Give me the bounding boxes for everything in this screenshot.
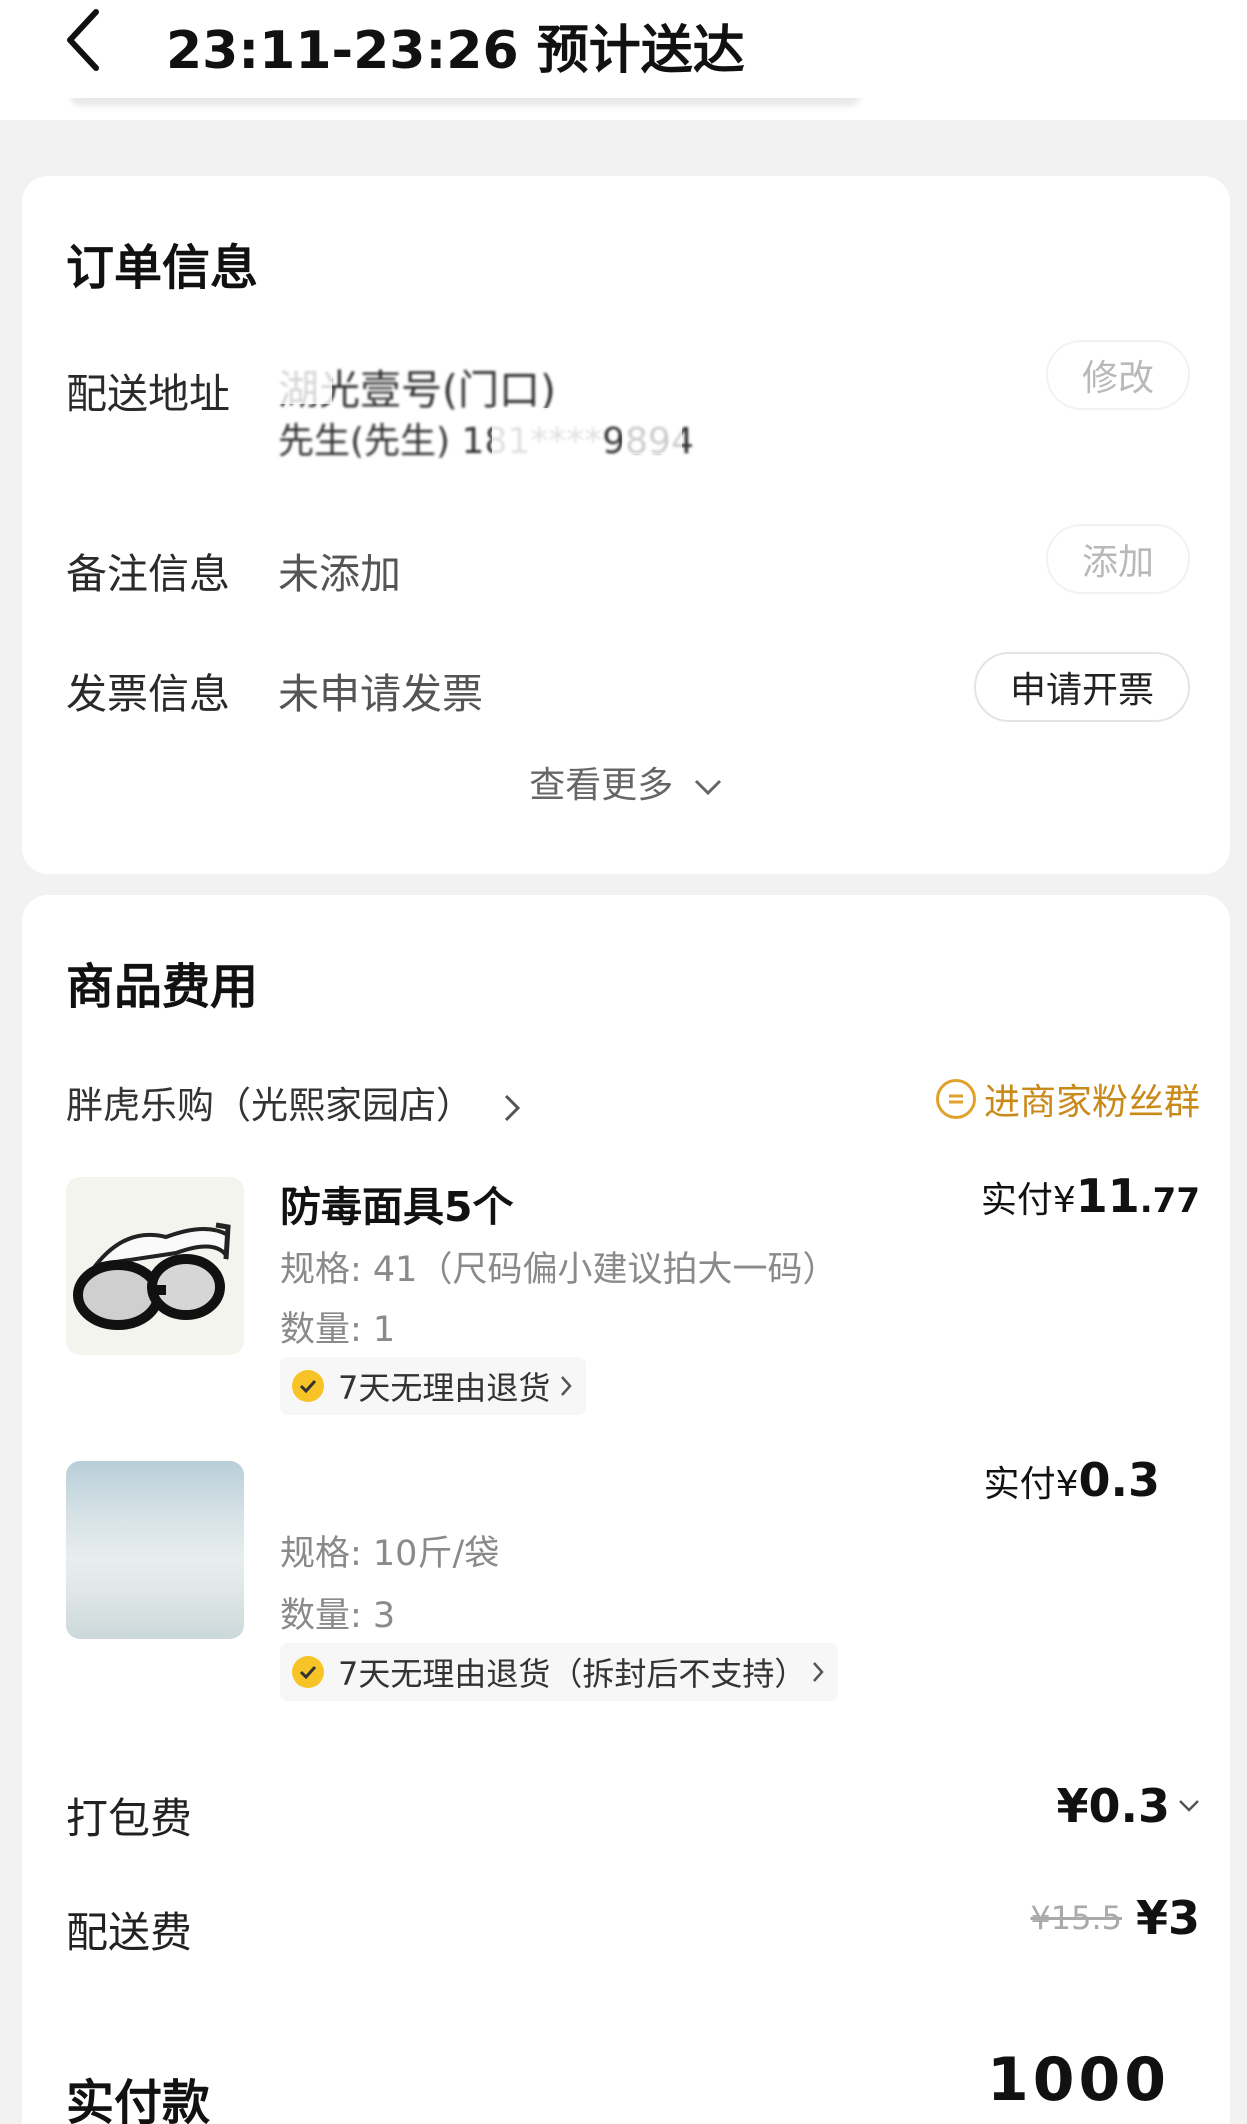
item-quantity: 数量: 1	[280, 1310, 396, 1350]
delivery-fee-label: 配送费	[66, 1908, 193, 1957]
page-title: 23:11-23:26 预计送达	[166, 21, 745, 81]
invoice-value: 未申请发票	[278, 670, 483, 718]
fans-group-label: 进商家粉丝群	[983, 1082, 1200, 1123]
check-badge-icon	[292, 1370, 324, 1402]
goods-cost-card: 商品费用 胖虎乐购（光熙家园店） 进商家粉丝群 防毒面具5个 规格: 41（尺码…	[22, 895, 1230, 2124]
see-more-label: 查看更多	[529, 765, 674, 806]
join-fans-group-link[interactable]: 进商家粉丝群	[935, 1073, 1200, 1125]
see-more-button[interactable]: 查看更多	[22, 756, 1230, 808]
order-info-title: 订单信息	[66, 240, 259, 296]
return-policy-label: 7天无理由退货	[338, 1369, 551, 1407]
product-image-salt[interactable]	[66, 1461, 244, 1639]
return-policy-tag[interactable]: 7天无理由退货（拆封后不支持）	[280, 1643, 839, 1701]
item-spec: 规格: 41（尺码偏小建议拍大一码）	[280, 1250, 838, 1290]
edit-address-button[interactable]: 修改	[1045, 340, 1190, 410]
return-policy-label: 7天无理由退货（拆封后不支持）	[338, 1655, 807, 1693]
packing-fee-value[interactable]: ¥0.3	[1057, 1779, 1201, 1833]
address-label: 配送地址	[66, 370, 230, 418]
invoice-label: 发票信息	[66, 670, 230, 718]
item-price: 实付¥ 11 .77	[980, 1169, 1200, 1223]
item-name: 防毒面具5个	[280, 1183, 514, 1231]
delivery-fee-original: ¥15.5	[1030, 1899, 1122, 1937]
chat-group-icon	[935, 1079, 976, 1119]
store-name: 胖虎乐购（光熙家园店）	[66, 1084, 473, 1127]
chevron-right-icon	[813, 1662, 825, 1682]
chevron-right-icon	[561, 1376, 573, 1396]
note-label: 备注信息	[66, 550, 230, 598]
return-policy-tag[interactable]: 7天无理由退货	[280, 1357, 587, 1415]
chevron-down-icon	[1179, 1800, 1199, 1812]
chevron-right-icon	[504, 1094, 520, 1121]
delivery-fee-amount: ¥3	[1135, 1891, 1200, 1945]
note-value: 未添加	[278, 550, 401, 598]
product-image-mask[interactable]	[66, 1177, 244, 1355]
item-quantity: 数量: 3	[280, 1596, 396, 1636]
chevron-left-icon[interactable]	[56, 2, 112, 78]
store-link[interactable]: 胖虎乐购（光熙家园店）	[66, 1075, 521, 1129]
chevron-down-icon	[694, 779, 721, 796]
goods-cost-title: 商品费用	[66, 959, 259, 1015]
total-paid-value: 1000	[987, 2045, 1170, 2115]
apply-invoice-button[interactable]: 申请开票	[973, 652, 1190, 722]
item-price: 实付¥ 0.3	[983, 1453, 1160, 1507]
total-paid-label: 实付款	[66, 2075, 211, 2124]
top-bar: 23:11-23:26 预计送达	[0, 0, 1247, 98]
item-spec: 规格: 10斤/袋	[280, 1534, 500, 1574]
order-info-card: 订单信息 配送地址 湖光壹号(门口) 先生(先生) 181****9894 修改…	[22, 176, 1230, 874]
delivery-fee-value: ¥15.5 ¥3	[1030, 1891, 1200, 1945]
packing-fee-amount: ¥0.3	[1056, 1779, 1171, 1833]
packing-fee-label: 打包费	[66, 1794, 193, 1843]
order-detail-page: 23:11-23:26 预计送达 订单信息 配送地址 湖光壹号(门口) 先生(先…	[0, 0, 1247, 2124]
check-badge-icon	[292, 1656, 324, 1688]
add-note-button[interactable]: 添加	[1045, 524, 1190, 594]
